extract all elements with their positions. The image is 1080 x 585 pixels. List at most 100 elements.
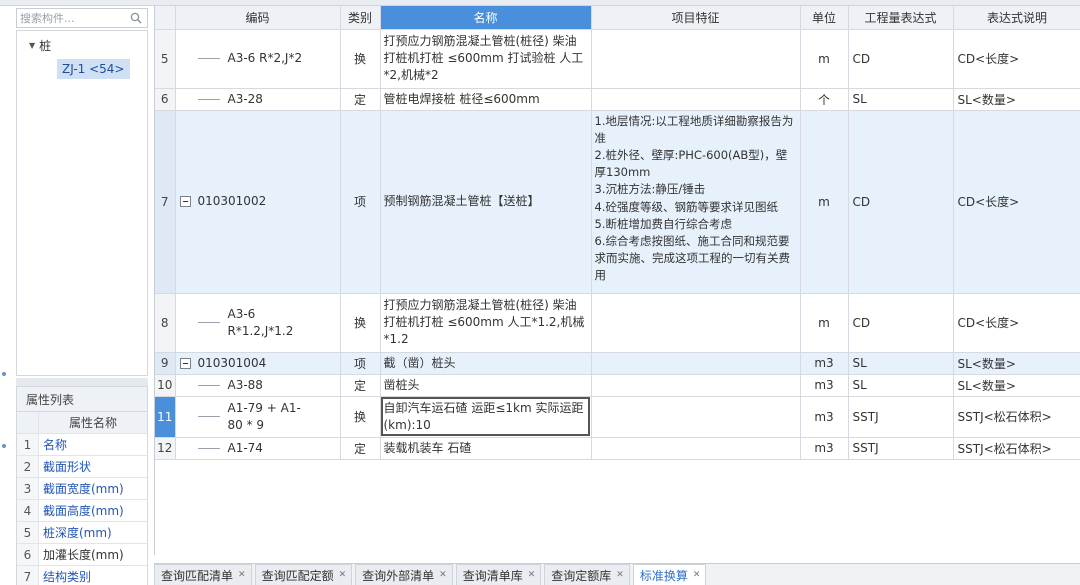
cell-expression-desc[interactable]: SSTJ<松石体积> — [953, 437, 1080, 460]
close-icon[interactable]: ✕ — [439, 570, 447, 580]
cell-expression[interactable]: SL — [848, 374, 954, 397]
panel-splitter[interactable] — [16, 378, 148, 386]
tab-standard-conversion[interactable]: 标准换算 ✕ — [632, 564, 707, 585]
caret-down-icon[interactable]: ▼ — [29, 41, 35, 50]
tab-query-quota-library[interactable]: 查询定额库 ✕ — [544, 564, 630, 585]
header-name[interactable]: 名称 — [380, 6, 592, 30]
cell-type[interactable]: 定 — [340, 88, 381, 111]
property-row[interactable]: 2 截面形状 — [17, 456, 147, 478]
table-row[interactable]: 8 A3-6 R*1.2,J*1.2 换 打预应力钢筋混凝土管桩(桩径) 柴油打… — [155, 293, 1080, 353]
property-row[interactable]: 1 名称 — [17, 434, 147, 456]
tab-query-list-library[interactable]: 查询清单库 ✕ — [455, 564, 542, 585]
table-row[interactable]: 11 A1-79 + A1-80 * 9 换 自卸汽车运石碴 运距≤1km 实际… — [155, 396, 1080, 438]
property-row[interactable]: 5 桩深度(mm) — [17, 522, 147, 544]
cell-code[interactable]: A1-74 — [175, 437, 341, 460]
search-icon[interactable] — [130, 12, 142, 24]
cell-expression[interactable]: CD — [848, 110, 954, 294]
property-row[interactable]: 7 结构类别 — [17, 566, 147, 585]
cell-type[interactable]: 换 — [340, 29, 381, 89]
property-row[interactable]: 4 截面高度(mm) — [17, 500, 147, 522]
cell-name[interactable]: 装载机装车 石碴 — [380, 437, 592, 460]
cell-code[interactable]: 010301002 — [175, 110, 341, 294]
header-type[interactable]: 类别 — [340, 6, 381, 30]
cell-feature[interactable] — [591, 293, 801, 353]
cell-name[interactable]: 打预应力钢筋混凝土管桩(桩径) 柴油打桩机打桩 ≤600mm 人工*1.2,机械… — [380, 293, 592, 353]
cell-feature[interactable] — [591, 437, 801, 460]
property-name[interactable]: 加灌长度(mm) — [39, 544, 147, 565]
cell-type[interactable]: 项 — [340, 352, 381, 375]
header-unit[interactable]: 单位 — [800, 6, 849, 30]
cell-code[interactable]: A3-6 R*1.2,J*1.2 — [175, 293, 341, 353]
cell-expression[interactable]: SSTJ — [848, 437, 954, 460]
cell-name[interactable]: 管桩电焊接桩 桩径≤600mm — [380, 88, 592, 111]
cell-feature[interactable] — [591, 88, 801, 111]
cell-type[interactable]: 定 — [340, 374, 381, 397]
cell-unit[interactable]: m — [800, 29, 849, 89]
cell-type[interactable]: 项 — [340, 110, 381, 294]
cell-feature[interactable] — [591, 29, 801, 89]
cell-unit[interactable]: m3 — [800, 352, 849, 375]
table-row[interactable]: 12 A1-74 定 装载机装车 石碴 m3 SSTJ SSTJ<松石体积> — [155, 437, 1080, 460]
cell-code[interactable]: A3-28 — [175, 88, 341, 111]
search-input[interactable] — [17, 9, 127, 27]
cell-expression[interactable]: CD — [848, 293, 954, 353]
cell-feature[interactable] — [591, 374, 801, 397]
table-row[interactable]: 9 010301004 项 截（凿）桩头 m3 SL SL<数量> — [155, 352, 1080, 375]
cell-unit[interactable]: m — [800, 293, 849, 353]
cell-unit[interactable]: 个 — [800, 88, 849, 111]
cell-code[interactable]: A3-88 — [175, 374, 341, 397]
cell-expression[interactable]: SSTJ — [848, 396, 954, 438]
header-feature[interactable]: 项目特征 — [591, 6, 801, 30]
tab-query-external-list[interactable]: 查询外部清单 ✕ — [355, 564, 453, 585]
cell-type[interactable]: 换 — [340, 396, 381, 438]
property-name[interactable]: 截面高度(mm) — [39, 500, 147, 521]
cell-expression[interactable]: SL — [848, 88, 954, 111]
close-icon[interactable]: ✕ — [339, 570, 347, 580]
cell-expression[interactable]: CD — [848, 29, 954, 89]
tree-node-pile[interactable]: ▼ 桩 — [29, 37, 51, 53]
close-icon[interactable]: ✕ — [693, 570, 701, 580]
cell-name-editing[interactable]: 自卸汽车运石碴 运距≤1km 实际运距(km):10 — [380, 396, 592, 438]
cell-name[interactable]: 打预应力钢筋混凝土管桩(桩径) 柴油打桩机打桩 ≤600mm 打试验桩 人工*2… — [380, 29, 592, 89]
cell-name[interactable]: 截（凿）桩头 — [380, 352, 592, 375]
property-row[interactable]: 3 截面宽度(mm) — [17, 478, 147, 500]
tab-query-matching-quota[interactable]: 查询匹配定额 ✕ — [254, 564, 353, 585]
cell-code[interactable]: A1-79 + A1-80 * 9 — [175, 396, 341, 438]
cell-code[interactable]: 010301004 — [175, 352, 341, 375]
cell-type[interactable]: 换 — [340, 293, 381, 353]
cell-expression-desc[interactable]: CD<长度> — [953, 110, 1080, 294]
cell-unit[interactable]: m — [800, 110, 849, 294]
tree-node-zj1[interactable]: ZJ-1 <54> — [57, 59, 130, 79]
table-row[interactable]: 10 A3-88 定 凿桩头 m3 SL SL<数量> — [155, 374, 1080, 397]
cell-feature[interactable] — [591, 352, 801, 375]
cell-unit[interactable]: m3 — [800, 374, 849, 397]
property-row[interactable]: 6 加灌长度(mm) — [17, 544, 147, 566]
table-row[interactable]: 5 A3-6 R*2,J*2 换 打预应力钢筋混凝土管桩(桩径) 柴油打桩机打桩… — [155, 29, 1080, 89]
cell-expression-desc[interactable]: SL<数量> — [953, 88, 1080, 111]
header-expression[interactable]: 工程量表达式 — [848, 6, 954, 30]
cell-expression-desc[interactable]: SL<数量> — [953, 352, 1080, 375]
cell-expression-desc[interactable]: SSTJ<松石体积> — [953, 396, 1080, 438]
collapse-icon[interactable] — [179, 196, 191, 207]
property-name[interactable]: 结构类别 — [39, 566, 147, 585]
header-code[interactable]: 编码 — [175, 6, 341, 30]
cell-name[interactable]: 凿桩头 — [380, 374, 592, 397]
table-row[interactable]: 7 010301002 项 预制钢筋混凝土管桩【送桩】 1.地层情况:以工程地质… — [155, 110, 1080, 294]
collapse-icon[interactable] — [179, 357, 191, 369]
cell-unit[interactable]: m3 — [800, 437, 849, 460]
cell-expression-desc[interactable]: CD<长度> — [953, 29, 1080, 89]
cell-feature[interactable] — [591, 396, 801, 438]
table-row[interactable]: 6 A3-28 定 管桩电焊接桩 桩径≤600mm 个 SL SL<数量> — [155, 88, 1080, 111]
tab-query-matching-list[interactable]: 查询匹配清单 ✕ — [154, 564, 252, 585]
cell-expression-desc[interactable]: CD<长度> — [953, 293, 1080, 353]
cell-name[interactable]: 预制钢筋混凝土管桩【送桩】 — [380, 110, 592, 294]
property-name[interactable]: 截面形状 — [39, 456, 147, 477]
close-icon[interactable]: ✕ — [528, 570, 536, 580]
property-name[interactable]: 截面宽度(mm) — [39, 478, 147, 499]
close-icon[interactable]: ✕ — [238, 570, 246, 580]
cell-type[interactable]: 定 — [340, 437, 381, 460]
cell-expression[interactable]: SL — [848, 352, 954, 375]
property-name[interactable]: 名称 — [39, 434, 147, 455]
cell-feature[interactable]: 1.地层情况:以工程地质详细勘察报告为准 2.桩外径、壁厚:PHC-600(AB… — [591, 110, 801, 294]
cell-expression-desc[interactable]: SL<数量> — [953, 374, 1080, 397]
